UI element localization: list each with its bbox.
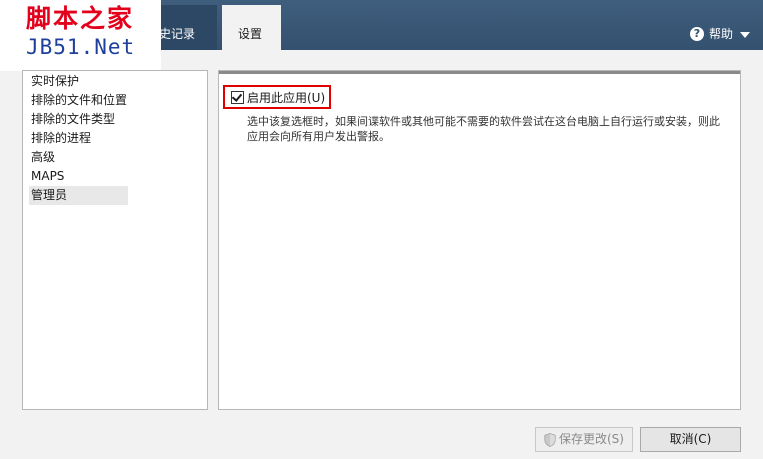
cancel-button[interactable]: 取消(C) (640, 427, 741, 452)
enable-app-checkbox[interactable] (231, 91, 244, 104)
tab-settings[interactable]: 设置 (222, 5, 281, 50)
sidebar-item-advanced[interactable]: 高级 (29, 148, 128, 167)
settings-sidebar: 实时保护 排除的文件和位置 排除的文件类型 排除的进程 高级 MAPS 管理员 (22, 70, 208, 410)
checkmark-icon (231, 91, 243, 102)
cancel-label: 取消(C) (669, 432, 712, 446)
sidebar-item-excluded-processes[interactable]: 排除的进程 (29, 129, 128, 148)
question-circle-icon: ? (690, 27, 704, 41)
watermark-logo: 脚本之家 JB51.Net (0, 0, 161, 71)
tab-settings-label: 设置 (238, 27, 263, 41)
shield-icon (544, 432, 556, 447)
sidebar-item-maps[interactable]: MAPS (29, 167, 128, 186)
tab-history-label: 史记录 (159, 27, 196, 41)
chevron-down-icon (740, 32, 751, 38)
help-menu[interactable]: ? 帮助 (690, 26, 751, 42)
sidebar-item-realtime-protection[interactable]: 实时保护 (29, 72, 128, 91)
watermark-line1: 脚本之家 (26, 4, 135, 33)
watermark-line2: JB51.Net (26, 35, 136, 59)
save-changes-button[interactable]: 保存更改(S) (535, 427, 633, 452)
sidebar-item-administrator[interactable]: 管理员 (29, 186, 128, 205)
help-label: 帮助 (709, 27, 734, 41)
sidebar-item-excluded-files-locations[interactable]: 排除的文件和位置 (29, 91, 128, 110)
sidebar-item-excluded-file-types[interactable]: 排除的文件类型 (29, 110, 128, 129)
enable-app-label[interactable]: 启用此应用(U) (247, 91, 325, 105)
settings-content-panel: 启用此应用(U) 选中该复选框时，如果间谍软件或其他可能不需要的软件尝试在这台电… (218, 70, 741, 410)
panel-top-rule (219, 71, 740, 74)
save-changes-label: 保存更改(S) (559, 432, 624, 446)
enable-app-description: 选中该复选框时，如果间谍软件或其他可能不需要的软件尝试在这台电脑上自行运行或安装… (247, 115, 720, 143)
